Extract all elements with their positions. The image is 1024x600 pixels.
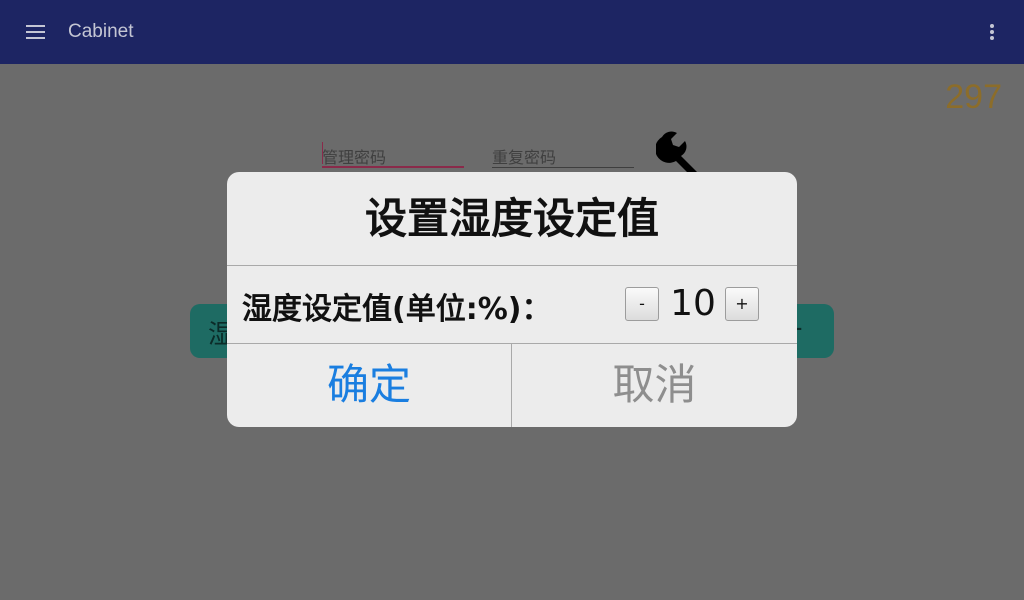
app-title: Cabinet — [68, 21, 134, 42]
counter-value: 297 — [945, 78, 1002, 116]
confirm-button[interactable]: 确定 — [227, 343, 511, 427]
app-bar: Cabinet — [0, 0, 1024, 64]
cancel-button[interactable]: 取消 — [512, 343, 797, 427]
overflow-menu-icon[interactable] — [990, 24, 996, 42]
humidity-value: 10 — [670, 283, 716, 324]
dialog-divider — [227, 265, 797, 266]
repeat-password-field[interactable]: 重复密码 — [492, 140, 634, 168]
humidity-dialog: 设置湿度设定值 湿度设定值(单位:%)： - 10 + 确定 取消 — [227, 172, 797, 427]
humidity-setting-label: 湿度设定值(单位:%)： — [242, 292, 552, 327]
dialog-title: 设置湿度设定值 — [364, 194, 659, 243]
admin-password-field[interactable]: 管理密码 — [322, 140, 464, 168]
decrement-button[interactable]: - — [625, 287, 659, 321]
menu-icon[interactable] — [26, 25, 45, 39]
increment-button[interactable]: + — [725, 287, 759, 321]
